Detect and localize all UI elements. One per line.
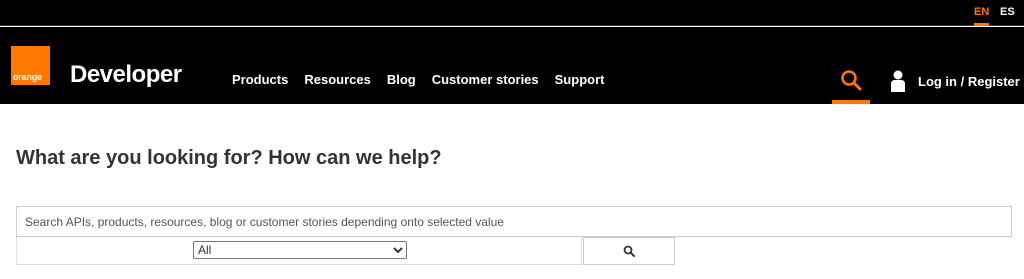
login-label: Log in / Register bbox=[918, 73, 1020, 89]
logo-text: orange bbox=[13, 72, 42, 82]
search-input[interactable] bbox=[16, 206, 1012, 237]
user-icon bbox=[891, 70, 905, 92]
orange-logo[interactable]: orange bbox=[11, 46, 50, 85]
main-navigation: orange Developer Products Resources Blog… bbox=[0, 27, 1024, 104]
language-es-link[interactable]: ES bbox=[1000, 0, 1015, 26]
nav-links: Products Resources Blog Customer stories… bbox=[232, 72, 604, 87]
nav-item-customer-stories[interactable]: Customer stories bbox=[432, 72, 539, 87]
search-icon bbox=[623, 245, 635, 257]
language-bar: EN ES bbox=[0, 0, 1024, 26]
active-language-indicator bbox=[974, 23, 989, 26]
login-register-link[interactable]: Log in / Register bbox=[890, 70, 1020, 92]
nav-item-products[interactable]: Products bbox=[232, 72, 288, 87]
category-select[interactable]: All bbox=[193, 241, 407, 259]
search-submit-button[interactable] bbox=[583, 237, 675, 265]
nav-item-support[interactable]: Support bbox=[555, 72, 605, 87]
nav-item-resources[interactable]: Resources bbox=[304, 72, 370, 87]
header-search-button[interactable] bbox=[832, 27, 870, 104]
page-title: What are you looking for? How can we hel… bbox=[16, 147, 442, 169]
brand-title[interactable]: Developer bbox=[70, 61, 182, 89]
nav-item-blog[interactable]: Blog bbox=[387, 72, 416, 87]
search-icon bbox=[841, 70, 862, 91]
search-active-indicator bbox=[832, 100, 870, 104]
filter-row: All bbox=[16, 237, 582, 265]
